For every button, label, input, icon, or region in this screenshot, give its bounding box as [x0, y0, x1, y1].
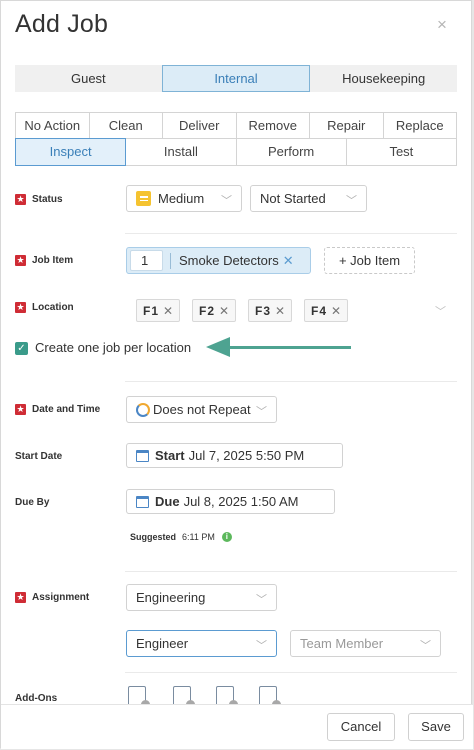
chevron-down-icon: ﹀	[256, 406, 267, 418]
chevron-down-icon: ﹀	[346, 195, 357, 207]
assignment-label: ★ Assignment	[15, 592, 90, 603]
priority-select[interactable]: Medium ﹀	[126, 185, 242, 212]
location-chip: F4 ✕	[304, 299, 349, 322]
cancel-button[interactable]: Cancel	[327, 713, 395, 741]
action-clean[interactable]: Clean	[88, 112, 163, 139]
job-item-label: ★ Job Item	[15, 255, 74, 266]
action-deliver[interactable]: Deliver	[162, 112, 237, 139]
divider	[125, 672, 457, 673]
due-date-field[interactable]: Due Jul 8, 2025 1:50 AM	[126, 489, 335, 514]
remove-location-icon[interactable]: ✕	[275, 304, 285, 318]
image-icon[interactable]	[216, 686, 238, 709]
divider	[125, 233, 457, 234]
notes-icon[interactable]	[173, 686, 195, 709]
action-test[interactable]: Test	[345, 138, 457, 166]
start-date-field[interactable]: Start Jul 7, 2025 5:50 PM	[126, 443, 343, 468]
required-icon: ★	[15, 194, 26, 205]
tab-internal[interactable]: Internal	[161, 65, 311, 92]
chevron-down-icon: ﹀	[256, 640, 267, 652]
calendar-icon	[136, 495, 149, 508]
remove-job-item-icon[interactable]: ✕	[283, 253, 294, 269]
attachment-icon[interactable]	[259, 686, 281, 709]
status-select[interactable]: Not Started ﹀	[250, 185, 367, 212]
action-buttons: No Action Clean Deliver Remove Repair Re…	[15, 112, 457, 166]
tab-guest[interactable]: Guest	[15, 65, 162, 92]
chevron-down-icon[interactable]: ﹀	[435, 303, 446, 319]
category-tabs: Guest Internal Housekeeping	[15, 65, 457, 92]
location-label: ★ Location	[15, 302, 74, 313]
close-icon[interactable]: ×	[437, 15, 447, 35]
start-date-label: Start Date	[15, 451, 63, 462]
location-chip: F2 ✕	[192, 299, 237, 322]
addons-label: Add-Ons	[15, 693, 58, 704]
action-replace[interactable]: Replace	[382, 112, 457, 139]
dialog-title: Add Job	[15, 10, 109, 38]
dialog-footer: Cancel Save	[1, 704, 473, 749]
chevron-down-icon: ﹀	[256, 594, 267, 606]
chevron-down-icon: ﹀	[221, 195, 232, 207]
chevron-down-icon: ﹀	[420, 640, 431, 652]
quantity-input[interactable]: 1	[130, 250, 163, 271]
action-repair[interactable]: Repair	[309, 112, 384, 139]
add-job-dialog: Add Job × Guest Internal Housekeeping No…	[0, 0, 473, 749]
divider	[125, 381, 457, 382]
tab-housekeeping[interactable]: Housekeeping	[310, 65, 457, 92]
date-time-label: ★ Date and Time	[15, 404, 101, 415]
status-label: ★ Status	[15, 194, 63, 205]
required-icon: ★	[15, 255, 26, 266]
job-item-name: Smoke Detectors	[179, 253, 279, 268]
required-icon: ★	[15, 302, 26, 313]
remove-location-icon[interactable]: ✕	[219, 304, 229, 318]
location-chip: F1 ✕	[136, 299, 181, 322]
due-by-label: Due By	[15, 497, 50, 508]
required-icon: ★	[15, 592, 26, 603]
add-job-item-button[interactable]: + Job Item	[324, 247, 415, 274]
checklist-icon[interactable]	[128, 686, 150, 709]
repeat-icon	[136, 402, 150, 417]
action-no-action[interactable]: No Action	[15, 112, 90, 139]
save-button[interactable]: Save	[408, 713, 464, 741]
role-select[interactable]: Engineer ﹀	[126, 630, 277, 657]
priority-medium-icon	[136, 191, 151, 206]
remove-location-icon[interactable]: ✕	[163, 304, 173, 318]
suggested-time: Suggested 6:11 PM i	[130, 532, 232, 542]
job-item-chip: 1 Smoke Detectors ✕	[126, 247, 311, 274]
action-perform[interactable]: Perform	[235, 138, 347, 166]
team-member-select[interactable]: Team Member ﹀	[290, 630, 441, 657]
divider	[125, 571, 457, 572]
department-select[interactable]: Engineering ﹀	[126, 584, 277, 611]
action-install[interactable]: Install	[125, 138, 237, 166]
action-remove[interactable]: Remove	[235, 112, 310, 139]
per-location-label: Create one job per location	[35, 340, 192, 355]
location-chip: F3 ✕	[248, 299, 293, 322]
divider	[170, 252, 171, 269]
calendar-icon	[136, 449, 149, 462]
annotation-arrow-line	[227, 346, 351, 349]
required-icon: ★	[15, 404, 26, 415]
info-icon[interactable]: i	[221, 532, 232, 542]
remove-location-icon[interactable]: ✕	[331, 304, 341, 318]
action-inspect[interactable]: Inspect	[15, 138, 127, 166]
repeat-select[interactable]: Does not Repeat ﹀	[126, 396, 277, 423]
per-location-checkbox[interactable]: ✓	[15, 342, 28, 355]
